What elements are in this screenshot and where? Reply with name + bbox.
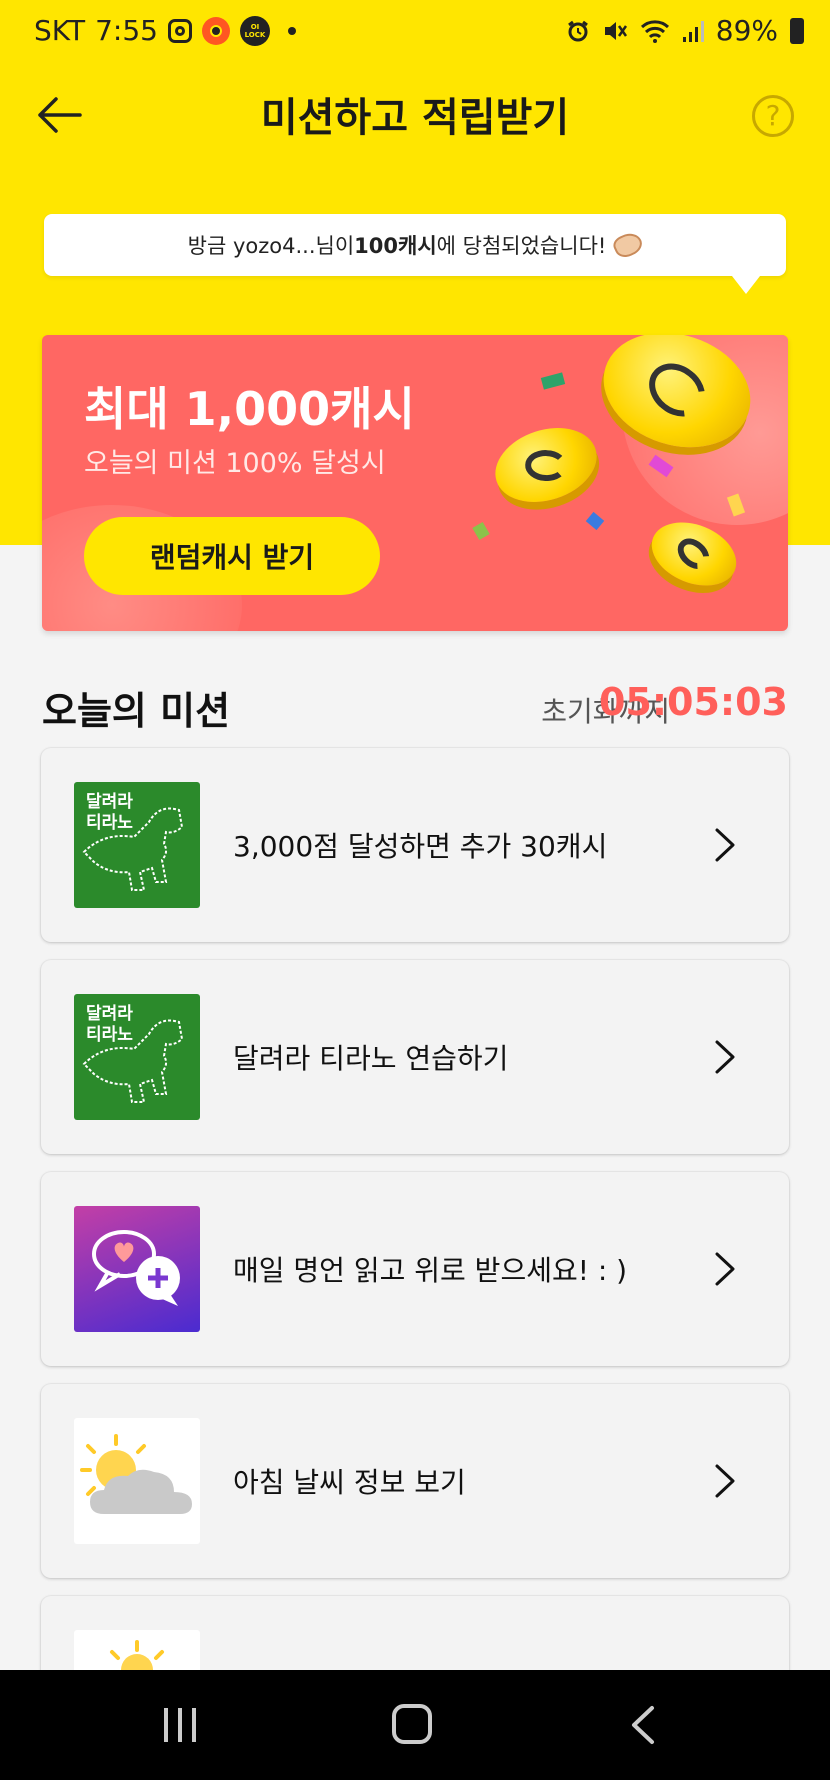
coin-icon xyxy=(485,415,607,515)
alarm-icon xyxy=(567,20,588,41)
chevron-right-icon xyxy=(715,1040,735,1074)
mission-label: 매일 명언 읽고 위로 받으세요! : ) xyxy=(233,1254,628,1287)
clap-icon xyxy=(610,229,646,261)
mute-icon xyxy=(604,21,627,40)
mission-label: 3,000점 달성하면 추가 30캐시 xyxy=(233,830,608,863)
banner-title: 최대 1,000캐시 xyxy=(84,382,415,436)
thumb-text-line2: 티라노 xyxy=(86,813,133,833)
banner-subtitle: 오늘의 미션 100% 달성시 xyxy=(84,448,386,479)
toast-highlight: 100캐시 xyxy=(354,234,437,258)
tirano-game-icon: 달려라 티라노 xyxy=(74,994,200,1120)
random-cash-button[interactable]: 랜덤캐시 받기 xyxy=(84,517,380,595)
system-nav-bar xyxy=(0,1670,830,1780)
home-icon[interactable] xyxy=(392,1704,432,1744)
weather-icon xyxy=(74,1418,200,1544)
quote-chat-icon xyxy=(74,1206,200,1332)
confetti-shape xyxy=(472,521,490,541)
mission-card[interactable]: 매일 명언 읽고 위로 받으세요! : ) xyxy=(41,1172,789,1366)
tirano-game-icon: 달려라 티라노 xyxy=(74,782,200,908)
signal-icon xyxy=(682,20,704,42)
mission-card[interactable]: 달려라 티라노 달려라 티라노 연습하기 xyxy=(41,960,789,1154)
page-title: 미션하고 적립받기 xyxy=(260,95,570,141)
battery-percent: 89% xyxy=(715,14,778,47)
thumb-text-line1: 달려라 xyxy=(86,792,133,812)
chevron-right-icon xyxy=(715,1252,735,1286)
help-icon[interactable]: ? xyxy=(752,95,794,137)
status-bar: SKT 7:55 OI LOCK 89% xyxy=(0,0,830,62)
toast-prefix: 방금 yozo4...님이 xyxy=(187,234,355,258)
back-nav-icon[interactable] xyxy=(628,1704,658,1746)
missions-title: 오늘의 미션 xyxy=(42,689,231,733)
reset-timer: 05:05:03 xyxy=(598,680,788,724)
recent-apps-icon[interactable] xyxy=(160,1706,200,1744)
mission-label: 달려라 티라노 연습하기 xyxy=(233,1042,509,1075)
chevron-right-icon xyxy=(715,828,735,862)
instagram-icon xyxy=(167,18,192,43)
battery-icon xyxy=(790,17,804,44)
toast-suffix: 에 당첨되었습니다! xyxy=(436,234,607,258)
confetti-shape xyxy=(585,511,605,531)
carrier-label: SKT xyxy=(34,14,86,47)
winner-toast: 방금 yozo4...님이 100캐시 에 당첨되었습니다! xyxy=(44,214,786,294)
record-icon xyxy=(201,16,230,45)
random-cash-banner[interactable]: 최대 1,000캐시 오늘의 미션 100% 달성시 랜덤캐시 받기 xyxy=(42,335,788,631)
chevron-right-icon xyxy=(715,1464,735,1498)
confetti-shape xyxy=(540,372,566,390)
clock: 7:55 xyxy=(95,14,158,47)
notification-dot-icon xyxy=(287,26,296,35)
wifi-icon xyxy=(640,19,669,43)
thumb-text-line1: 달려라 xyxy=(86,1004,133,1024)
lock-app-icon: OI LOCK xyxy=(239,15,270,46)
mission-label: 아침 날씨 정보 보기 xyxy=(233,1466,466,1499)
mission-card[interactable]: 달려라 티라노 3,000점 달성하면 추가 30캐시 xyxy=(41,748,789,942)
thumb-text-line2: 티라노 xyxy=(86,1025,133,1045)
mission-card[interactable]: 아침 날씨 정보 보기 xyxy=(41,1384,789,1578)
